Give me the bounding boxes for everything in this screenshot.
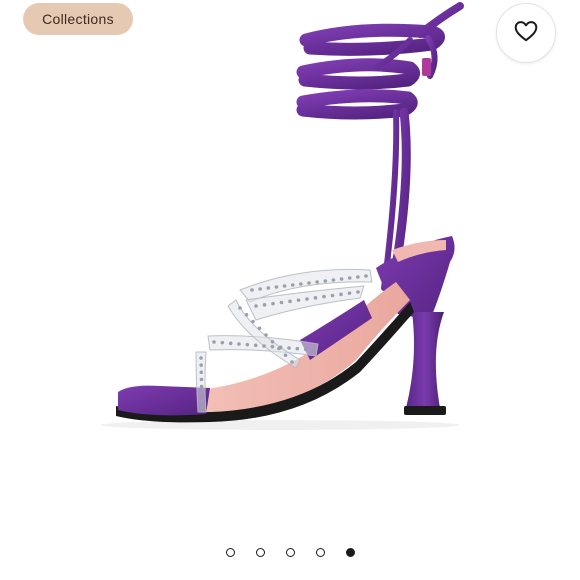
sandal-illustration xyxy=(100,2,464,430)
collections-button[interactable]: Collections xyxy=(23,3,133,35)
carousel-dot-1[interactable] xyxy=(225,547,235,557)
product-image xyxy=(0,0,580,530)
carousel-dot-2[interactable] xyxy=(255,547,265,557)
carousel-dot-3[interactable] xyxy=(285,547,295,557)
carousel-dot-5[interactable] xyxy=(345,547,355,557)
carousel-indicators xyxy=(0,544,580,560)
carousel-dot-4[interactable] xyxy=(315,547,325,557)
heart-icon xyxy=(513,18,539,49)
collections-label: Collections xyxy=(42,11,114,27)
favorite-button[interactable] xyxy=(496,3,556,63)
